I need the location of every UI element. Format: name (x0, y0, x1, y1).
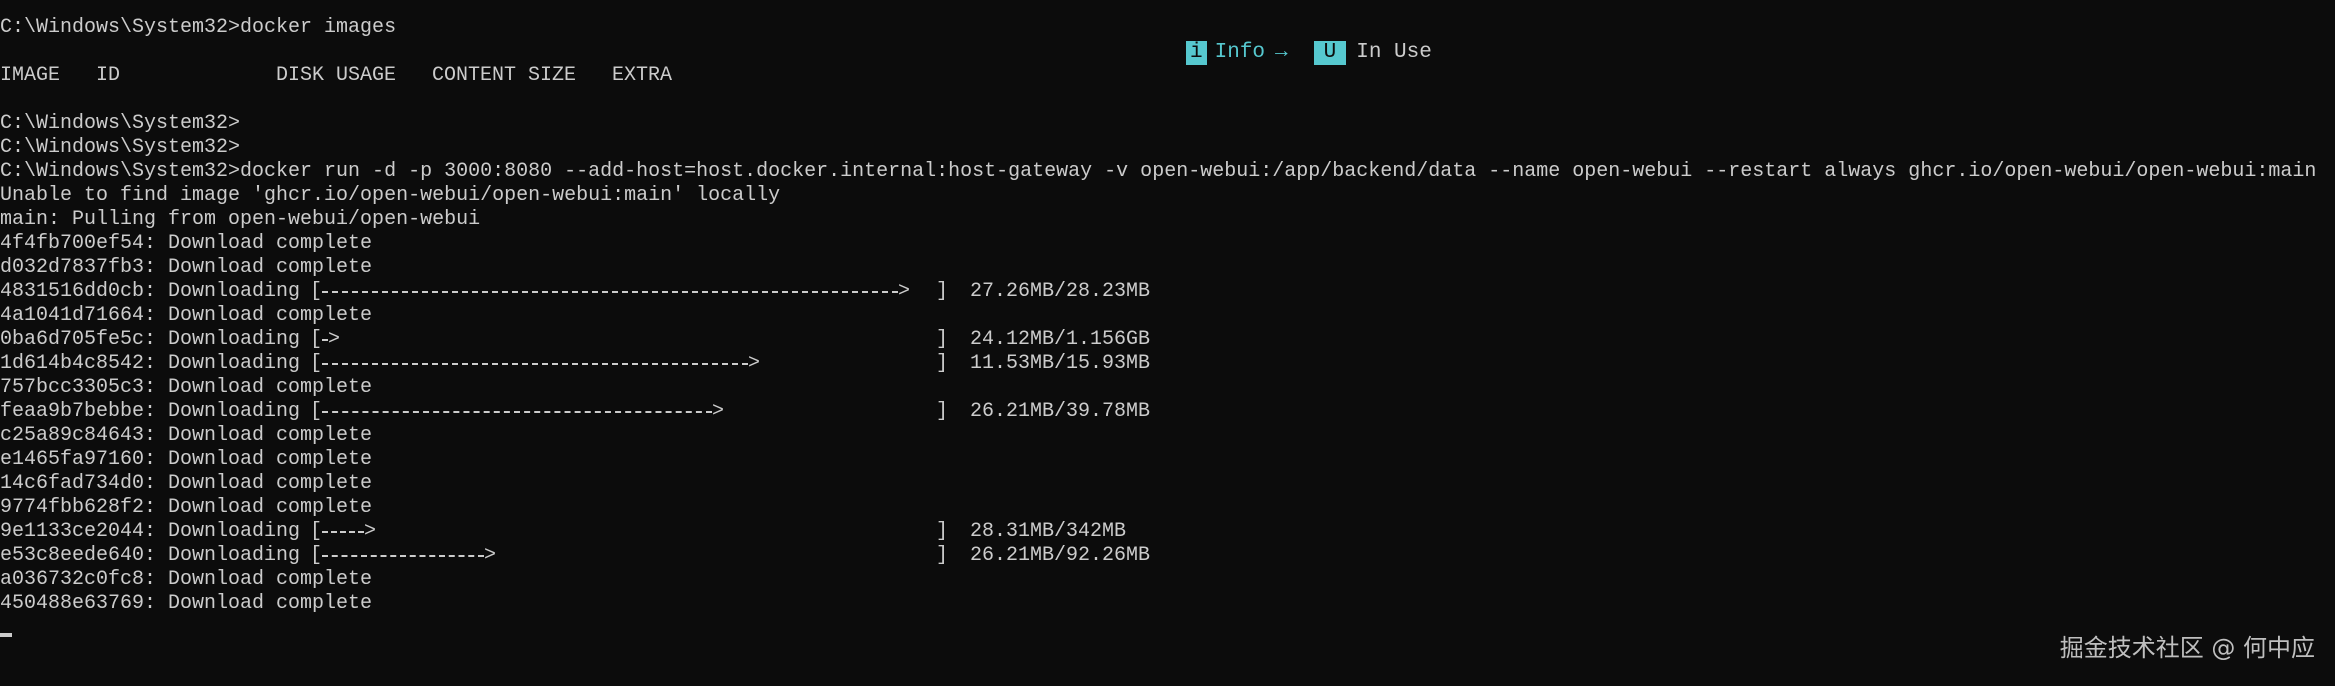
layer-status-text: feaa9b7bebbe: Downloading (0, 400, 313, 423)
layer-status-text: 4831516dd0cb: Downloading (0, 280, 313, 303)
layer-row: a036732c0fc8: Download complete (0, 568, 372, 592)
download-size: 28.31MB/342MB (970, 520, 1127, 543)
prompt-line: C:\Windows\System32> (0, 112, 241, 135)
download-progress-bar: [ >] (310, 520, 948, 544)
layer-row: 0ba6d705fe5c: Downloading [>] 24.12MB/1.1… (0, 328, 1150, 352)
progress-arrow: > (484, 544, 497, 567)
download-progress-bar: [ >] (310, 400, 948, 424)
layer-row: feaa9b7bebbe: Downloading [ >] 26.21MB/39.… (0, 400, 1150, 424)
command-line-docker-images: C:\Windows\System32>docker images (0, 16, 397, 39)
progress-fill (322, 555, 484, 557)
download-size: 26.21MB/39.78MB (970, 400, 1151, 423)
progress-bracket-close: ] (936, 280, 949, 303)
layer-status-text: e53c8eede640: Downloading (0, 544, 313, 567)
prompt-line: C:\Windows\System32> (0, 136, 241, 159)
progress-bracket-close: ] (936, 400, 949, 423)
pulling-message: main: Pulling from open-webui/open-webui (0, 208, 481, 231)
layer-row: e1465fa97160: Download complete (0, 448, 372, 472)
progress-bracket-close: ] (936, 352, 949, 375)
layer-row: 9774fbb628f2: Download complete (0, 496, 372, 520)
layer-row: 757bcc3305c3: Download complete (0, 376, 372, 400)
progress-bracket-open: [ (310, 328, 323, 351)
watermark: 掘金技术社区 @ 何中应 (2059, 634, 2315, 662)
download-size: 11.53MB/15.93MB (970, 352, 1151, 375)
info-badge: i (1186, 41, 1207, 65)
download-progress-bar: [>] (310, 328, 948, 352)
layer-status-text: 9e1133ce2044: Downloading (0, 520, 313, 543)
layer-status-text: e1465fa97160: Download complete (0, 448, 373, 471)
progress-fill (322, 291, 898, 293)
progress-arrow: > (364, 520, 377, 543)
layer-status-text: d032d7837fb3: Download complete (0, 256, 373, 279)
terminal-window[interactable]: C:\Windows\System32>docker images IMAGE … (0, 0, 2335, 686)
column-header-extra: EXTRA (612, 64, 673, 87)
download-progress-bar: [ >] (310, 280, 948, 304)
download-progress-bar: [ >] (310, 544, 948, 568)
layer-status-text: 9774fbb628f2: Download complete (0, 496, 373, 519)
progress-fill (322, 363, 748, 365)
images-legend: i Info → U In Use (1186, 40, 1432, 66)
progress-bracket-open: [ (310, 352, 323, 375)
layer-status-text: 4f4fb700ef54: Download complete (0, 232, 373, 255)
in-use-label: In Use (1356, 41, 1432, 64)
images-table-header: IMAGE ID DISK USAGE CONTENT SIZE EXTRA (0, 64, 700, 88)
layer-status-text: 4a1041d71664: Download complete (0, 304, 373, 327)
progress-arrow: > (328, 328, 341, 351)
progress-fill (322, 411, 712, 413)
download-progress-bar: [ >] (310, 352, 948, 376)
unable-to-find-message: Unable to find image 'ghcr.io/open-webui… (0, 184, 781, 207)
progress-arrow: > (712, 400, 725, 423)
layer-row: 4f4fb700ef54: Download complete (0, 232, 372, 256)
layer-status-text: 757bcc3305c3: Download complete (0, 376, 373, 399)
layer-row: 4831516dd0cb: Downloading [ >] 27.26MB/28.… (0, 280, 1150, 304)
layer-row: 4a1041d71664: Download complete (0, 304, 372, 328)
download-size: 27.26MB/28.23MB (970, 280, 1151, 303)
layer-row: e53c8eede640: Downloading [ >] 26.21MB/92.… (0, 544, 1150, 568)
progress-bracket-open: [ (310, 400, 323, 423)
in-use-badge: U (1313, 41, 1347, 65)
layer-status-text: 0ba6d705fe5c: Downloading (0, 328, 313, 351)
layer-status-text: 14c6fad734d0: Download complete (0, 472, 373, 495)
progress-bracket-close: ] (936, 520, 949, 543)
layer-status-text: 1d614b4c8542: Downloading (0, 352, 313, 375)
text-cursor (0, 633, 12, 637)
download-size: 24.12MB/1.156GB (970, 328, 1151, 351)
layer-row: 450488e63769: Download complete (0, 592, 372, 616)
layer-status-text: a036732c0fc8: Download complete (0, 568, 373, 591)
progress-bracket-close: ] (936, 544, 949, 567)
download-size: 26.21MB/92.26MB (970, 544, 1151, 567)
layer-status-text: c25a89c84643: Download complete (0, 424, 373, 447)
info-label: Info (1214, 41, 1266, 64)
progress-fill (322, 531, 364, 533)
progress-arrow: > (748, 352, 761, 375)
layer-row: 9e1133ce2044: Downloading [ >] 28.31MB/342… (0, 520, 1126, 544)
layer-row: 1d614b4c8542: Downloading [ >] 11.53MB/15.… (0, 352, 1150, 376)
progress-bracket-open: [ (310, 280, 323, 303)
column-header-id: ID (96, 64, 121, 87)
column-header-image: IMAGE (0, 64, 61, 87)
progress-bracket-open: [ (310, 520, 323, 543)
layer-row: d032d7837fb3: Download complete (0, 256, 372, 280)
column-header-disk-usage: DISK USAGE (276, 64, 397, 87)
arrow-right-icon: → (1275, 41, 1288, 64)
progress-bracket-close: ] (936, 328, 949, 351)
layer-status-text: 450488e63769: Download complete (0, 592, 373, 615)
progress-arrow: > (898, 280, 911, 303)
layer-row: 14c6fad734d0: Download complete (0, 472, 372, 496)
layer-row: c25a89c84643: Download complete (0, 424, 372, 448)
column-header-content-size: CONTENT SIZE (432, 64, 577, 87)
progress-bracket-open: [ (310, 544, 323, 567)
command-line-docker-run: C:\Windows\System32>docker run -d -p 300… (0, 160, 2317, 183)
